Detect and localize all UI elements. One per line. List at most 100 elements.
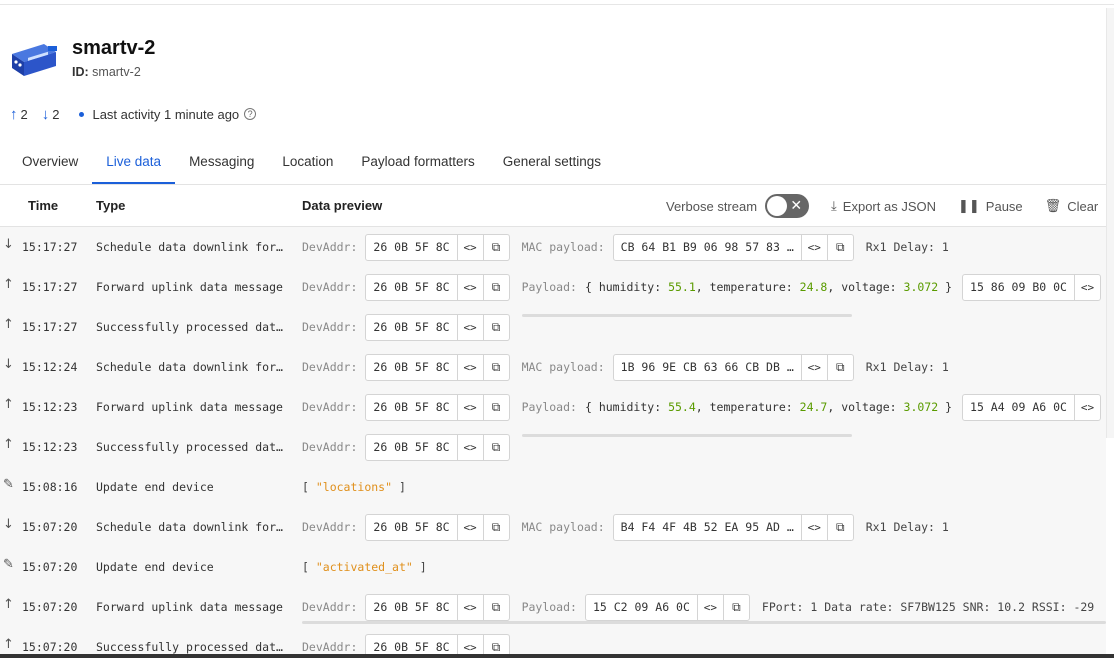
code-icon[interactable]: <> — [800, 234, 827, 260]
payload-label: Payload: — [521, 400, 577, 414]
device-id: ID: smartv-2 — [72, 65, 141, 79]
trash-icon: 🗑 — [1044, 198, 1062, 213]
table-row[interactable]: ↑ 15:12:23 Forward uplink data message DevA… — [0, 387, 1106, 437]
tab-messaging[interactable]: Messaging — [175, 148, 268, 184]
event-list: ↓ 15:17:27 Schedule data downlink for… DevA… — [0, 227, 1106, 654]
data-preview: DevAddr: 26 0B 5F 8C <> ⧉ MAC payload: 1B 96 … — [302, 353, 959, 381]
tab-location[interactable]: Location — [268, 148, 347, 184]
payload-json: { humidity: 55.4, temperature: 24.7, vol… — [584, 400, 953, 414]
arrow-down-icon: ↓ — [3, 517, 14, 532]
table-row[interactable]: ↓ 15:17:27 Schedule data downlink for… DevA… — [0, 227, 1106, 267]
copy-icon[interactable]: ⧉ — [482, 314, 509, 340]
tab-overview[interactable]: Overview — [8, 148, 92, 184]
table-row[interactable]: ✎ 15:08:16 Update end device [ "locations" … — [0, 467, 1106, 507]
devaddr-label: DevAddr: — [302, 440, 358, 454]
code-icon[interactable]: <> — [456, 514, 483, 540]
copy-icon[interactable]: ⧉ — [482, 434, 509, 460]
copy-icon[interactable]: ⧉ — [482, 514, 509, 540]
table-row[interactable]: ✎ 15:07:20 Update end device [ "activated_a… — [0, 547, 1106, 587]
device-stats: ↑ 2 ↓ 2 Last activity 1 minute ago ? — [10, 105, 257, 123]
event-type: Schedule data downlink for… — [96, 360, 283, 374]
devaddr-chip: 26 0B 5F 8C <> ⧉ — [365, 393, 510, 421]
code-icon[interactable]: <> — [456, 434, 483, 460]
data-preview: DevAddr: 26 0B 5F 8C <> ⧉ — [302, 313, 522, 341]
code-icon[interactable]: <> — [456, 594, 483, 620]
mac-payload-chip: 1B 96 9E CB 63 66 CB DB … <> ⧉ — [612, 353, 854, 381]
table-row[interactable]: ↑ 15:12:23 Successfully processed dat… DevA… — [0, 427, 1106, 467]
code-icon[interactable]: <> — [456, 394, 483, 420]
device-tabs: Overview Live data Messaging Location Pa… — [8, 148, 615, 184]
copy-icon[interactable]: ⧉ — [482, 594, 509, 620]
devaddr-label: DevAddr: — [302, 240, 358, 254]
event-time: 15:07:20 — [22, 600, 78, 614]
code-icon[interactable]: <> — [456, 314, 483, 340]
data-preview: [ "activated_at" ] — [302, 553, 437, 581]
code-icon[interactable]: <> — [800, 514, 827, 540]
payload-key: humidity: — [598, 400, 669, 414]
field-list: [ "activated_at" ] — [302, 560, 427, 574]
copy-icon[interactable]: ⧉ — [482, 634, 509, 654]
raw-payload-value: 15 A4 09 A6 0C — [970, 400, 1067, 414]
device-icon — [12, 44, 57, 76]
devaddr-chip-value: 26 0B 5F 8C — [373, 600, 450, 614]
raw-payload-chip-value: 15 C2 09 A6 0C — [592, 600, 690, 614]
code-icon[interactable]: <> — [456, 634, 483, 654]
page-scrollbar[interactable] — [1106, 8, 1114, 438]
horizontal-scrollbar[interactable] — [302, 621, 1106, 624]
table-row[interactable]: ↓ 15:12:24 Schedule data downlink for… DevA… — [0, 347, 1106, 387]
pause-button[interactable]: ❚❚ Pause — [958, 198, 1023, 214]
table-row[interactable]: ↑ 15:17:27 Forward uplink data message DevA… — [0, 267, 1106, 317]
devaddr-chip: 26 0B 5F 8C <> ⧉ — [365, 273, 510, 301]
copy-icon[interactable]: ⧉ — [826, 234, 853, 260]
devaddr-label: DevAddr: — [302, 360, 358, 374]
help-icon[interactable]: ? — [244, 108, 257, 120]
payload-label: Payload: — [521, 280, 577, 294]
arrow-up-icon: ↑ — [10, 105, 18, 123]
copy-icon[interactable]: ⧉ — [826, 354, 853, 380]
code-icon[interactable]: <> — [800, 354, 827, 380]
devaddr-label: DevAddr: — [302, 320, 358, 334]
table-row[interactable]: ↓ 15:07:20 Schedule data downlink for… DevA… — [0, 507, 1106, 547]
arrow-down-icon: ↓ — [41, 105, 50, 123]
table-row[interactable]: ↑ 15:07:20 Successfully processed dat… DevA… — [0, 627, 1106, 654]
payload-value: 55.4 — [668, 400, 696, 414]
devaddr-chip: 26 0B 5F 8C <> ⧉ — [365, 433, 510, 461]
copy-icon[interactable]: ⧉ — [482, 274, 509, 300]
code-icon[interactable]: <> — [1073, 274, 1100, 300]
pause-icon: ❚❚ — [958, 198, 980, 213]
devaddr-chip: 26 0B 5F 8C <> ⧉ — [365, 313, 510, 341]
field-list: [ "locations" ] — [302, 480, 406, 494]
mac-payload-chip: CB 64 B1 B9 06 98 57 83 … <> ⧉ — [612, 233, 854, 261]
clear-button[interactable]: 🗑 Clear — [1045, 198, 1099, 214]
tab-general-settings[interactable]: General settings — [489, 148, 615, 184]
copy-icon[interactable]: ⧉ — [482, 354, 509, 380]
code-icon[interactable]: <> — [456, 234, 483, 260]
event-time: 15:17:27 — [22, 320, 78, 334]
code-icon[interactable]: <> — [1073, 394, 1100, 420]
table-row[interactable]: ↑ 15:07:20 Forward uplink data message DevA… — [0, 587, 1106, 627]
code-icon[interactable]: <> — [696, 594, 723, 620]
code-icon[interactable]: <> — [456, 274, 483, 300]
copy-icon[interactable]: ⧉ — [482, 394, 509, 420]
devaddr-chip-value: 26 0B 5F 8C — [373, 240, 450, 254]
devaddr-chip-value: 26 0B 5F 8C — [373, 440, 450, 454]
export-json-button[interactable]: ⤓ Export as JSON — [831, 198, 936, 214]
arrow-up-icon: ↑ — [3, 597, 14, 612]
field-name: "locations" — [315, 480, 393, 494]
arrow-up-icon: ↑ — [3, 317, 14, 332]
table-row[interactable]: ↑ 15:17:27 Successfully processed dat… DevA… — [0, 307, 1106, 347]
tab-payload-formatters[interactable]: Payload formatters — [347, 148, 488, 184]
code-icon[interactable]: <> — [456, 354, 483, 380]
window-bottom-edge — [0, 654, 1114, 658]
event-time: 15:07:20 — [22, 640, 78, 654]
copy-icon[interactable]: ⧉ — [722, 594, 749, 620]
page-title: smartv-2 — [72, 37, 156, 59]
devaddr-chip-value: 26 0B 5F 8C — [373, 280, 450, 294]
payload-key: humidity: — [598, 280, 669, 294]
devaddr-chip-value: 26 0B 5F 8C — [373, 320, 450, 334]
copy-icon[interactable]: ⧉ — [482, 234, 509, 260]
copy-icon[interactable]: ⧉ — [826, 514, 853, 540]
verbose-stream-toggle[interactable]: ✕ — [765, 194, 810, 218]
event-type: Schedule data downlink for… — [96, 240, 283, 254]
tab-live-data[interactable]: Live data — [92, 148, 176, 184]
